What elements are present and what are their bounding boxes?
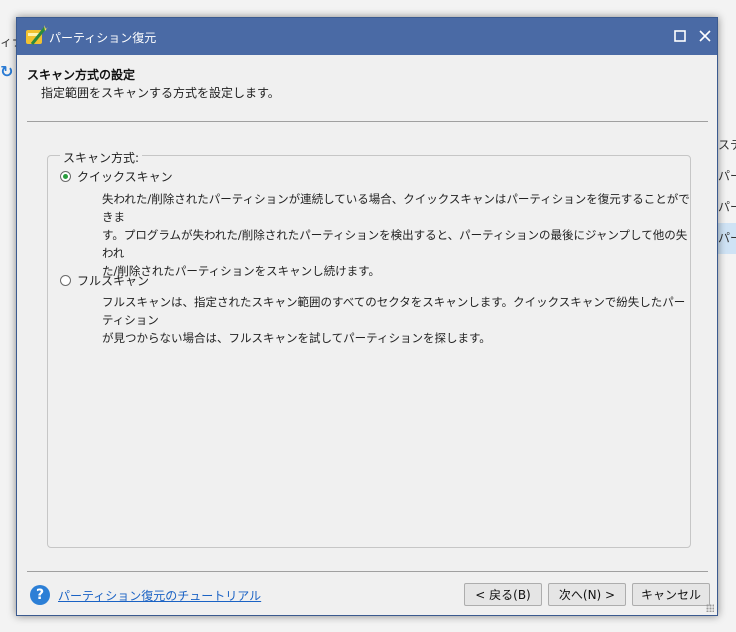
- quick-scan-option[interactable]: クイックスキャン: [60, 167, 173, 185]
- app-wand-icon: [26, 25, 48, 45]
- cancel-button[interactable]: キャンセル: [632, 583, 710, 606]
- full-scan-radio[interactable]: [60, 274, 71, 286]
- background-partition-list: ステ パー パー パー: [718, 130, 736, 254]
- quick-scan-description: 失われた/削除されたパーティションが連続している場合、クイックスキャンはパーティ…: [102, 190, 692, 280]
- dialog-title: パーティション復元: [49, 31, 157, 45]
- full-scan-label[interactable]: フルスキャン: [77, 272, 149, 289]
- background-refresh-icon: ↻: [0, 62, 14, 81]
- partition-recovery-dialog: パーティション復元 スキャン方式の設定 指定範囲をスキャンする方式を設定します。…: [16, 17, 718, 616]
- scan-method-group-label: スキャン方式:: [60, 149, 143, 166]
- description-line: す。プログラムが失われた/削除されたパーティションを検出すると、パーティションの…: [102, 228, 688, 260]
- header-divider: [27, 121, 708, 122]
- page-title: スキャン方式の設定: [27, 68, 136, 82]
- quick-scan-label[interactable]: クイックスキャン: [77, 168, 173, 185]
- back-button[interactable]: < 戻る(B): [464, 583, 542, 606]
- maximize-icon: [674, 30, 686, 42]
- full-scan-option[interactable]: フルスキャン: [60, 271, 149, 289]
- background-list-item: パー: [718, 169, 736, 183]
- help-icon[interactable]: ?: [30, 585, 50, 605]
- full-scan-description: フルスキャンは、指定されたスキャン範囲のすべてのセクタをスキャンします。クイック…: [102, 293, 692, 347]
- dialog-titlebar[interactable]: パーティション復元: [17, 18, 717, 55]
- resize-grip[interactable]: [706, 604, 714, 612]
- description-line: が見つからない場合は、フルスキャンを試してパーティションを探します。: [102, 331, 491, 345]
- next-button[interactable]: 次へ(N) >: [548, 583, 626, 606]
- close-button[interactable]: [694, 25, 716, 47]
- background-list-item: パー: [718, 223, 736, 254]
- description-line: 失われた/削除されたパーティションが連続している場合、クイックスキャンはパーティ…: [102, 192, 690, 224]
- description-line: フルスキャンは、指定されたスキャン範囲のすべてのセクタをスキャンします。クイック…: [102, 295, 686, 327]
- tutorial-link[interactable]: パーティション復元のチュートリアル: [58, 587, 261, 604]
- maximize-button[interactable]: [669, 25, 691, 47]
- background-list-item: ステ: [718, 138, 736, 152]
- description-line: た/削除されたパーティションをスキャンし続けます。: [102, 264, 381, 278]
- footer-divider: [27, 571, 708, 572]
- close-icon: [699, 30, 711, 42]
- background-list-item: パー: [718, 200, 736, 214]
- page-subtitle: 指定範囲をスキャンする方式を設定します。: [41, 86, 280, 100]
- quick-scan-radio[interactable]: [60, 170, 71, 182]
